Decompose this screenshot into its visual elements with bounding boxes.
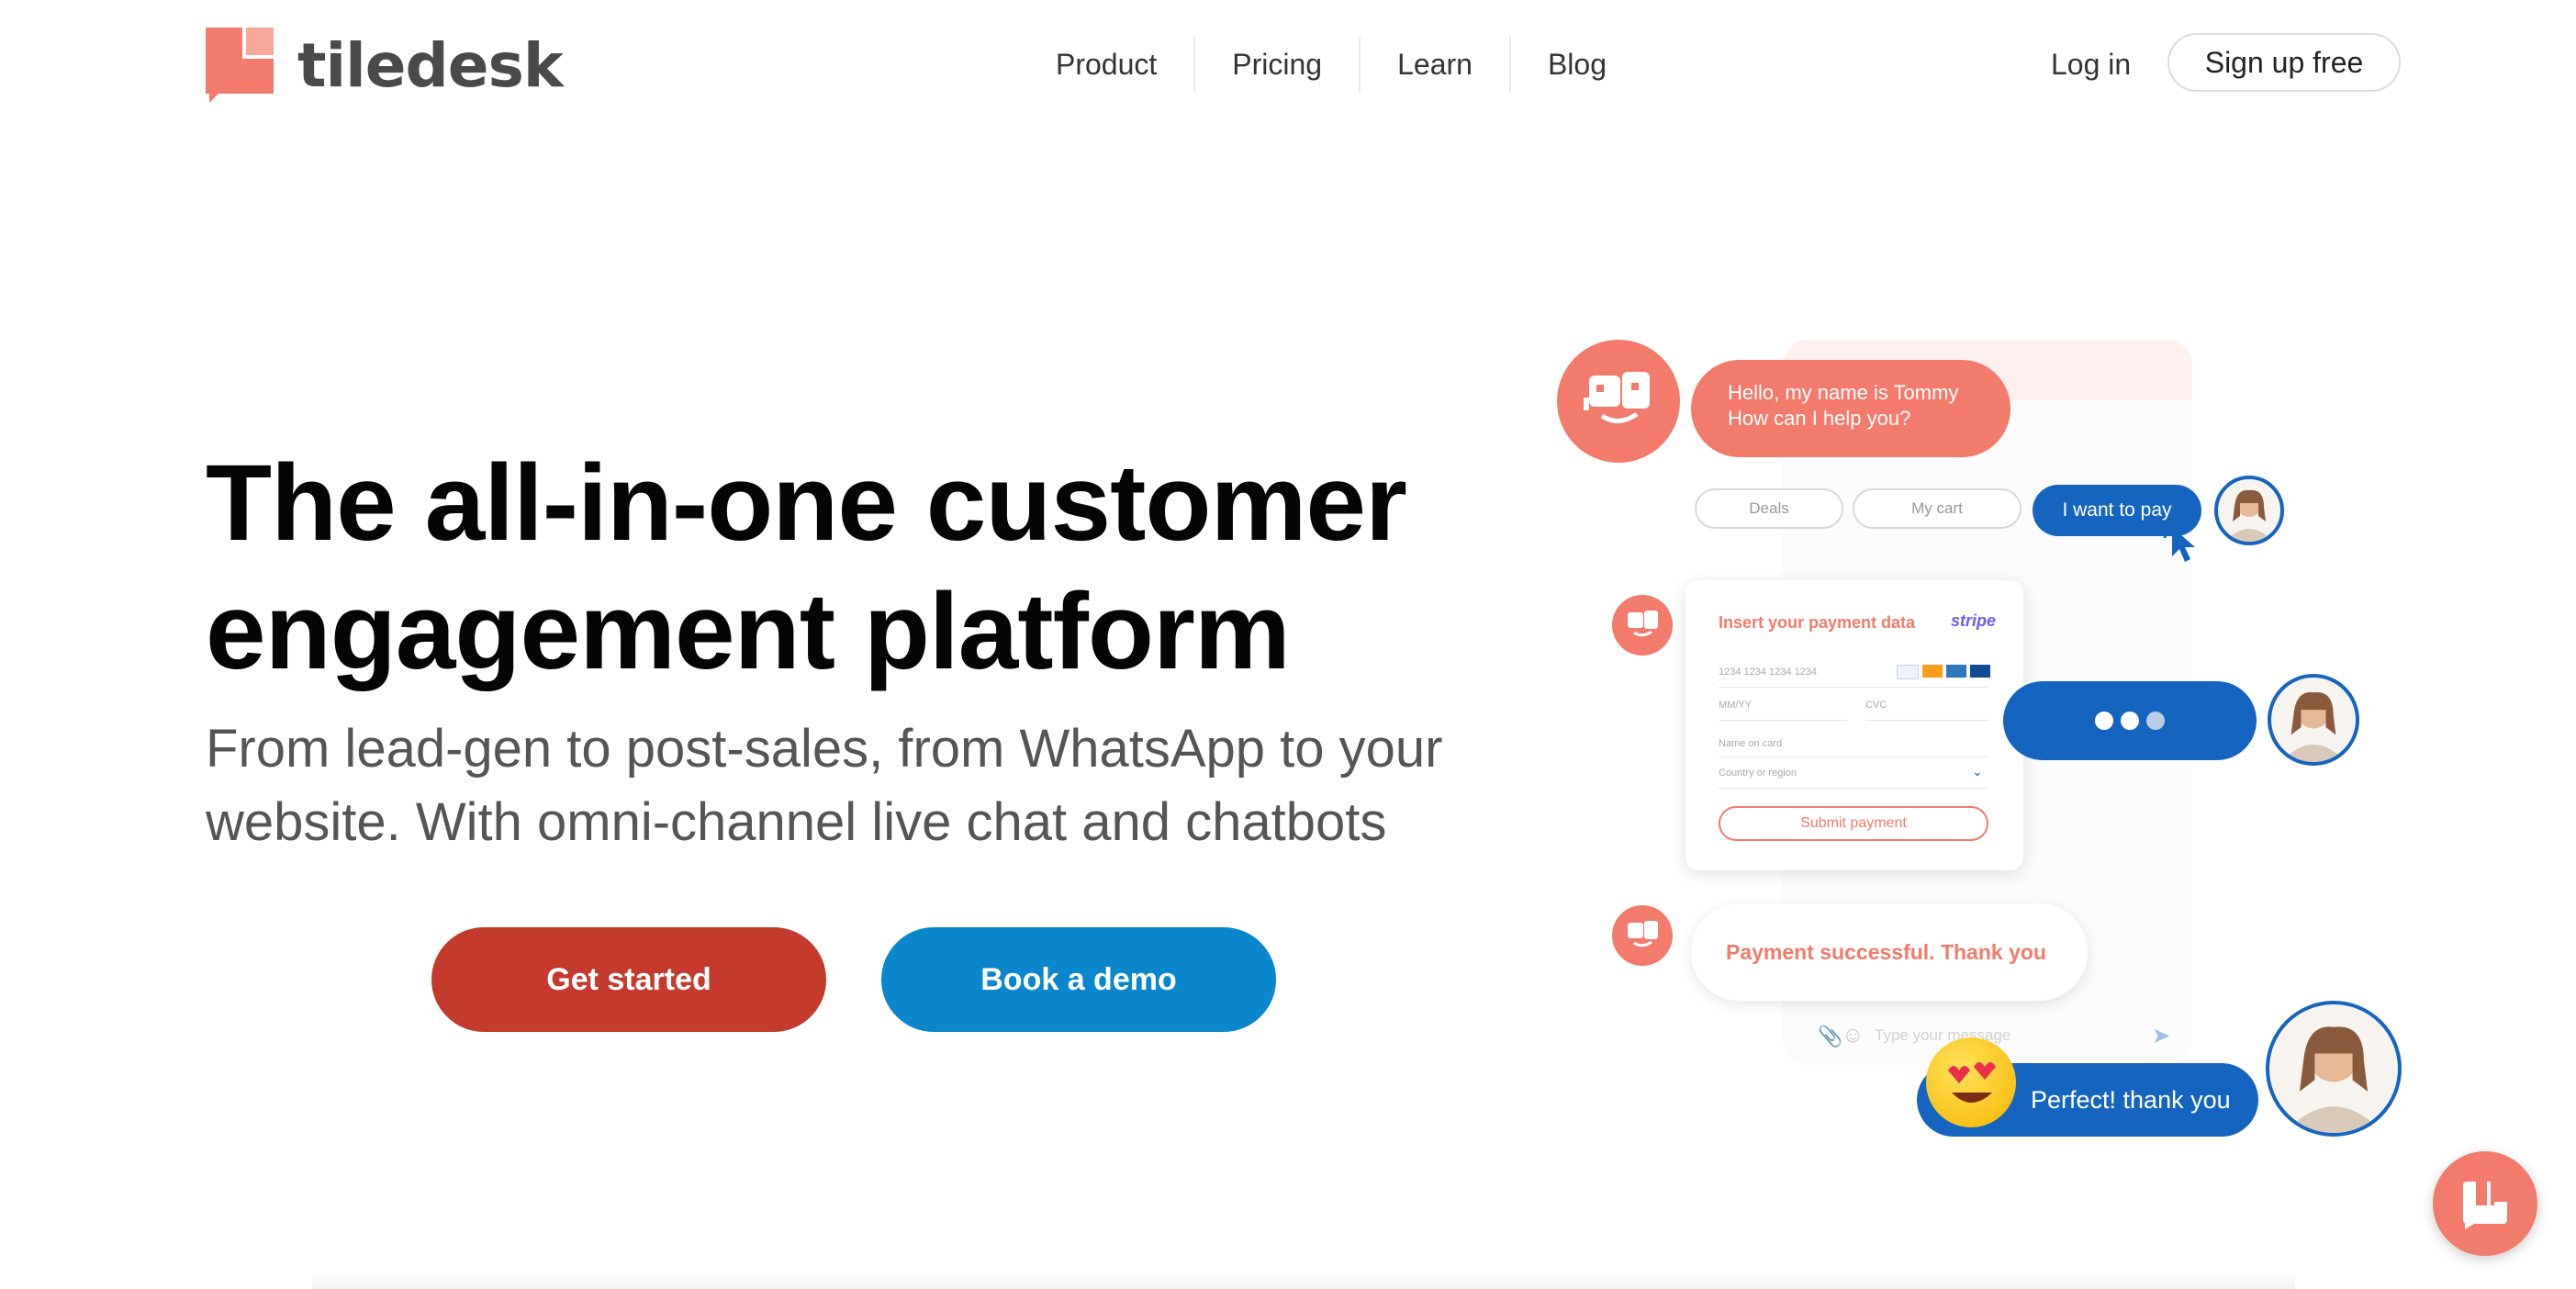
bot-avatar-icon <box>1557 340 1680 463</box>
send-icon[interactable]: ➤ <box>2152 1023 2170 1049</box>
signup-button[interactable]: Sign up free <box>2167 33 2401 92</box>
emoji-icon[interactable]: ☺ <box>1842 1023 1865 1048</box>
nav-item-product[interactable]: Product <box>1019 37 1193 92</box>
name-on-card-label: Name on card <box>1719 738 1783 749</box>
field-underline <box>1865 720 1988 721</box>
bot-avatar-icon <box>1612 595 1673 656</box>
login-link[interactable]: Log in <box>2051 37 2131 92</box>
headline-line: engagement platform <box>206 571 1291 692</box>
nav-item-pricing[interactable]: Pricing <box>1195 37 1359 92</box>
nav-item-blog[interactable]: Blog <box>1511 37 1643 92</box>
payment-form-title: Insert your payment data <box>1719 613 1916 632</box>
hero-headline: The all-in-one customer engagement platf… <box>206 439 1491 696</box>
typing-indicator <box>2003 681 2257 760</box>
chat-widget-button[interactable] <box>2433 1151 2537 1256</box>
typing-dot <box>2146 712 2165 730</box>
expiry-field[interactable]: MM/YY <box>1719 700 1752 711</box>
brand-logo[interactable]: tiledesk <box>206 28 564 103</box>
greeting-line: How can I help you? <box>1728 407 1911 430</box>
user-avatar <box>2268 674 2359 766</box>
quick-reply-my-cart[interactable]: My cart <box>1853 488 2022 529</box>
brand-name: tiledesk <box>297 29 564 101</box>
field-underline <box>1719 720 1847 721</box>
section-divider <box>312 1271 2295 1289</box>
user-avatar <box>2266 1001 2402 1137</box>
tiledesk-logo-icon <box>206 28 274 103</box>
cvc-field[interactable]: CVC <box>1865 700 1887 711</box>
quick-reply-deals[interactable]: Deals <box>1695 488 1843 529</box>
payment-form-card: Insert your payment data stripe 1234 123… <box>1686 580 2023 870</box>
chevron-down-icon: ⌄ <box>1972 764 1983 779</box>
field-underline <box>1719 687 1988 688</box>
tiledesk-logo-icon <box>2463 1182 2507 1229</box>
book-demo-button[interactable]: Book a demo <box>881 927 1276 1032</box>
user-avatar <box>2214 476 2284 545</box>
cursor-click-icon <box>2161 520 2207 570</box>
subheadline-line: From lead-gen to post-sales, from WhatsA… <box>206 719 1443 779</box>
headline-line: The all-in-one customer <box>206 443 1407 564</box>
attachment-icon[interactable]: 📎 <box>1818 1025 1842 1048</box>
nav-item-learn[interactable]: Learn <box>1361 37 1509 92</box>
subheadline-line: website. With omni-channel live chat and… <box>206 792 1387 852</box>
greeting-line: Hello, my name is Tommy <box>1728 381 1959 404</box>
heart-eyes-emoji-icon <box>1926 1037 2016 1127</box>
submit-payment-button[interactable]: Submit payment <box>1719 806 1988 841</box>
hero-subheadline: From lead-gen to post-sales, from WhatsA… <box>206 712 1509 859</box>
typing-dot <box>2095 712 2113 730</box>
card-number-field[interactable]: 1234 1234 1234 1234 <box>1719 667 1817 678</box>
bot-avatar-icon <box>1612 905 1673 966</box>
country-select[interactable]: Country or region <box>1719 768 1797 779</box>
typing-dot <box>2121 712 2139 730</box>
bot-greeting-bubble: Hello, my name is Tommy How can I help y… <box>1691 360 2010 457</box>
get-started-button[interactable]: Get started <box>431 927 826 1032</box>
main-nav: Product Pricing Learn Blog <box>1019 37 1643 92</box>
field-underline <box>1719 788 1988 789</box>
card-brands-icon <box>1897 665 1990 679</box>
stripe-logo: stripe <box>1950 611 1996 630</box>
bot-success-bubble: Payment successful. Thank you <box>1691 903 2088 1001</box>
